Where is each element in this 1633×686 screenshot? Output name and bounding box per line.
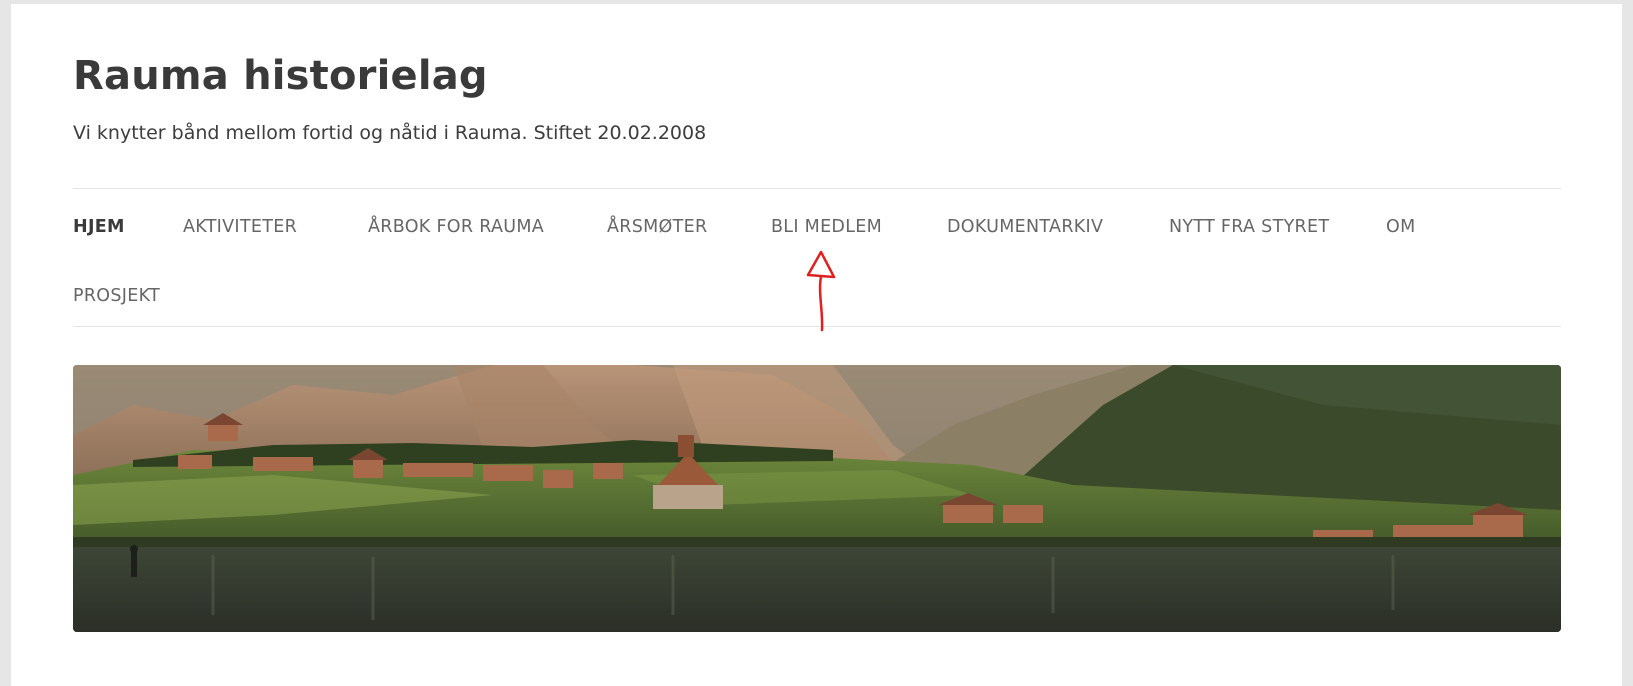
nav-item-hjem[interactable]: HJEM bbox=[73, 217, 125, 237]
nav-item-bli-medlem[interactable]: BLI MEDLEM bbox=[771, 217, 882, 237]
header-image bbox=[73, 365, 1561, 632]
nav-item-arsmoter[interactable]: ÅRSMØTER bbox=[607, 217, 707, 237]
nav-item-aktiviteter[interactable]: AKTIVITETER bbox=[183, 217, 297, 237]
page: Rauma historielag Vi knytter bånd mellom… bbox=[11, 4, 1622, 686]
nav-item-prosjekt[interactable]: PROSJEKT bbox=[73, 286, 160, 306]
site-title[interactable]: Rauma historielag bbox=[73, 52, 488, 100]
nav-item-arbok-for-rauma[interactable]: ÅRBOK FOR RAUMA bbox=[368, 217, 544, 237]
nav-divider-bottom bbox=[73, 326, 1561, 327]
nav-item-dokumentarkiv[interactable]: DOKUMENTARKIV bbox=[947, 217, 1103, 237]
site-description: Vi knytter bånd mellom fortid og nåtid i… bbox=[73, 122, 707, 144]
nav-item-om[interactable]: OM bbox=[1386, 217, 1415, 237]
nav-item-nytt-fra-styret[interactable]: NYTT FRA STYRET bbox=[1169, 217, 1329, 237]
fjord-village-illustration bbox=[73, 365, 1561, 632]
nav-divider-top bbox=[73, 188, 1561, 189]
primary-navigation: HJEM AKTIVITETER ÅRBOK FOR RAUMA ÅRSMØTE… bbox=[73, 193, 1561, 326]
